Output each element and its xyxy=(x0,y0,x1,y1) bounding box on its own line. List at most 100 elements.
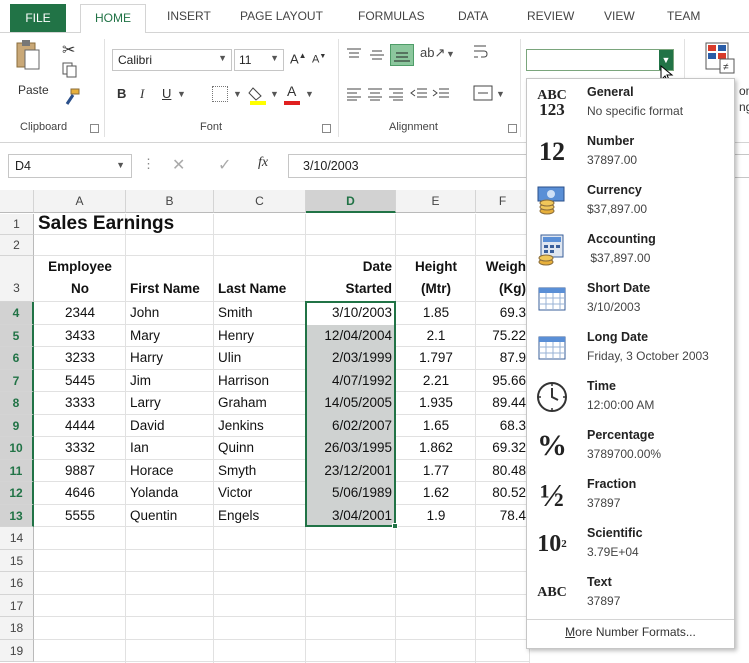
row-header-18[interactable]: 18 xyxy=(0,617,34,640)
data-cell[interactable]: 78.4 xyxy=(480,508,526,523)
data-cell[interactable]: Smith xyxy=(218,305,302,320)
data-cell[interactable]: Henry xyxy=(218,328,302,343)
increase-font-icon[interactable]: A▲ xyxy=(290,51,307,66)
format-option-scientific[interactable]: 10 2 Scientific 3.79E+04 xyxy=(527,520,734,569)
row-header-15[interactable]: 15 xyxy=(0,549,34,572)
tab-review[interactable]: REVIEW xyxy=(527,9,574,23)
cancel-icon[interactable]: ✕ xyxy=(172,155,185,175)
data-cell[interactable]: 12/04/2004 xyxy=(310,328,392,343)
data-cell[interactable]: Jim xyxy=(130,373,210,388)
column-header-f[interactable]: F xyxy=(476,190,530,213)
header-cell[interactable]: First Name xyxy=(130,281,210,296)
data-cell[interactable]: Smyth xyxy=(218,463,302,478)
data-cell[interactable]: 75.22 xyxy=(480,328,526,343)
data-cell[interactable]: 1.62 xyxy=(400,485,472,500)
row-header-12[interactable]: 12 xyxy=(0,482,34,505)
header-cell[interactable]: Employee xyxy=(38,259,122,274)
data-cell[interactable]: 26/03/1995 xyxy=(310,440,392,455)
data-cell[interactable]: 2344 xyxy=(38,305,122,320)
tab-view[interactable]: VIEW xyxy=(604,9,635,23)
data-cell[interactable]: Quentin xyxy=(130,508,210,523)
data-cell[interactable]: 2/03/1999 xyxy=(310,350,392,365)
data-cell[interactable]: Engels xyxy=(218,508,302,523)
more-number-formats-link[interactable]: More Number Formats... xyxy=(527,625,734,639)
fill-color-icon[interactable] xyxy=(248,85,268,105)
bold-button[interactable]: B xyxy=(117,86,126,101)
column-header-d[interactable]: D xyxy=(306,190,396,213)
data-cell[interactable]: 3333 xyxy=(38,395,122,410)
format-option-percentage[interactable]: % Percentage 3789700.00% xyxy=(527,422,734,471)
align-right-icon[interactable] xyxy=(388,87,404,101)
data-cell[interactable]: 6/02/2007 xyxy=(310,418,392,433)
data-cell[interactable]: 5555 xyxy=(38,508,122,523)
data-cell[interactable]: Graham xyxy=(218,395,302,410)
column-header-e[interactable]: E xyxy=(396,190,476,213)
row-header-11[interactable]: 11 xyxy=(0,459,34,482)
row-header-6[interactable]: 6 xyxy=(0,347,34,370)
row-header-1[interactable]: 1 xyxy=(0,214,34,235)
data-cell[interactable]: Larry xyxy=(130,395,210,410)
data-cell[interactable]: 1.85 xyxy=(400,305,472,320)
data-cell[interactable]: 80.52 xyxy=(480,485,526,500)
row-header-19[interactable]: 19 xyxy=(0,639,34,662)
data-cell[interactable]: 1.77 xyxy=(400,463,472,478)
data-cell[interactable]: John xyxy=(130,305,210,320)
data-cell[interactable]: 9887 xyxy=(38,463,122,478)
row-header-10[interactable]: 10 xyxy=(0,437,34,460)
row-header-16[interactable]: 16 xyxy=(0,572,34,595)
copy-icon[interactable] xyxy=(62,62,78,78)
data-cell[interactable]: 1.797 xyxy=(400,350,472,365)
decrease-font-icon[interactable]: A▼ xyxy=(312,53,326,66)
border-icon[interactable] xyxy=(212,86,228,102)
data-cell[interactable]: Ian xyxy=(130,440,210,455)
data-cell[interactable]: 2.1 xyxy=(400,328,472,343)
sheet-title[interactable]: Sales Earnings xyxy=(38,213,174,235)
row-header-5[interactable]: 5 xyxy=(0,324,34,347)
decrease-indent-icon[interactable] xyxy=(410,87,428,101)
format-option-fraction[interactable]: ½ Fraction 37897 xyxy=(527,471,734,520)
increase-indent-icon[interactable] xyxy=(432,87,450,101)
header-cell[interactable]: Date xyxy=(310,259,392,274)
column-header-c[interactable]: C xyxy=(214,190,306,213)
row-header-14[interactable]: 14 xyxy=(0,527,34,550)
tab-page-layout[interactable]: PAGE LAYOUT xyxy=(240,9,323,23)
align-bottom-icon[interactable] xyxy=(390,44,414,66)
tab-formulas[interactable]: FORMULAS xyxy=(358,9,425,23)
align-center-icon[interactable] xyxy=(367,87,383,101)
data-cell[interactable]: 69.3 xyxy=(480,305,526,320)
row-header-3[interactable]: 3 xyxy=(0,256,34,302)
align-middle-icon[interactable] xyxy=(369,47,385,61)
data-cell[interactable]: Harry xyxy=(130,350,210,365)
font-color-icon[interactable]: A xyxy=(284,83,302,105)
data-cell[interactable]: 4/07/1992 xyxy=(310,373,392,388)
data-cell[interactable]: 1.935 xyxy=(400,395,472,410)
data-cell[interactable]: 3332 xyxy=(38,440,122,455)
format-option-text[interactable]: ABC Text 37897 xyxy=(527,569,734,618)
header-cell[interactable]: Height xyxy=(400,259,472,274)
format-option-short-date[interactable]: Short Date 3/10/2003 xyxy=(527,275,734,324)
data-cell[interactable]: 4444 xyxy=(38,418,122,433)
chevron-down-icon[interactable]: ▼ xyxy=(305,89,314,99)
conditional-formatting-icon[interactable]: ≠ xyxy=(704,41,738,75)
tab-insert[interactable]: INSERT xyxy=(167,9,211,23)
font-size-select[interactable]: 11 ▼ xyxy=(234,49,284,71)
conditional-formatting-label[interactable]: ona ng xyxy=(739,83,749,115)
header-cell[interactable]: Weigh xyxy=(480,259,526,274)
row-header-7[interactable]: 7 xyxy=(0,369,34,392)
font-launcher-icon[interactable] xyxy=(322,124,331,133)
format-option-accounting[interactable]: Accounting $37,897.00 xyxy=(527,226,734,275)
tab-team[interactable]: TEAM xyxy=(667,9,700,23)
enter-check-icon[interactable]: ✓ xyxy=(218,155,231,175)
data-cell[interactable]: 80.48 xyxy=(480,463,526,478)
data-cell[interactable]: Victor xyxy=(218,485,302,500)
chevron-down-icon[interactable]: ▼ xyxy=(270,89,279,99)
data-cell[interactable]: Quinn xyxy=(218,440,302,455)
data-cell[interactable]: 23/12/2001 xyxy=(310,463,392,478)
chevron-down-icon[interactable]: ▼ xyxy=(446,49,455,59)
chevron-down-icon[interactable]: ▼ xyxy=(177,89,186,99)
clipboard-launcher-icon[interactable] xyxy=(90,124,99,133)
row-header-4[interactable]: 4 xyxy=(0,302,34,325)
data-cell[interactable]: 3233 xyxy=(38,350,122,365)
data-cell[interactable]: 1.9 xyxy=(400,508,472,523)
data-cell[interactable]: 5445 xyxy=(38,373,122,388)
